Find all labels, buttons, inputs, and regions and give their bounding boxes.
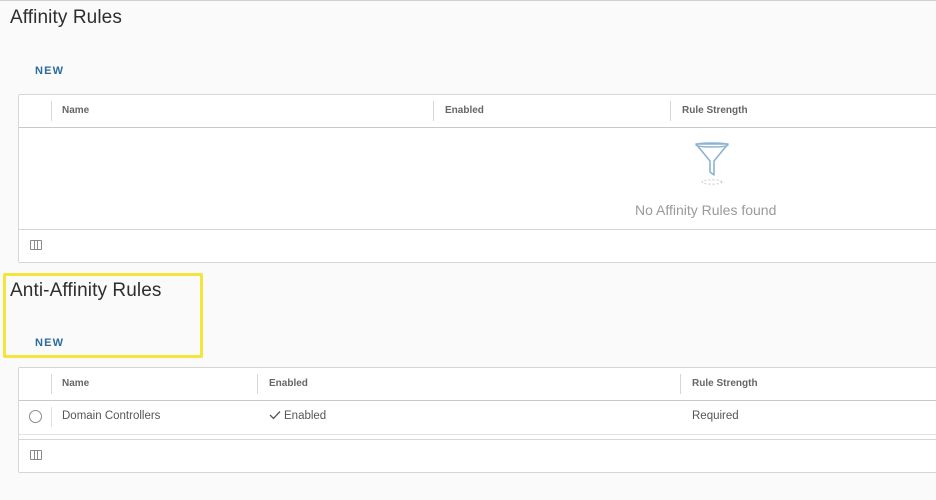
column-separator[interactable] (670, 101, 671, 121)
row-select-radio[interactable] (29, 410, 42, 423)
column-separator (51, 374, 52, 394)
column-separator[interactable] (680, 374, 681, 394)
row-enabled-label: Enabled (284, 410, 327, 422)
column-separator[interactable] (433, 101, 434, 121)
column-toggle-icon[interactable] (30, 240, 42, 250)
affinity-empty-message: No Affinity Rules found (635, 202, 777, 218)
row-name-cell: Domain Controllers (62, 410, 161, 422)
affinity-grid-footer (19, 229, 936, 262)
column-separator[interactable] (257, 374, 258, 394)
affinity-rules-title: Affinity Rules (10, 7, 122, 28)
column-separator (51, 407, 52, 427)
column-toggle-icon[interactable] (30, 450, 42, 460)
anti-affinity-col-name[interactable]: Name (62, 378, 89, 389)
anti-affinity-rules-grid: Name Enabled Rule Strength Domain Contro… (18, 367, 936, 473)
anti-affinity-grid-header: Name Enabled Rule Strength (19, 368, 936, 401)
funnel-filter-icon (695, 142, 729, 185)
table-row[interactable]: Domain Controllers Enabled Required (19, 401, 936, 435)
column-separator (51, 101, 52, 121)
checkmark-icon (269, 411, 281, 420)
affinity-col-enabled[interactable]: Enabled (445, 105, 484, 116)
anti-affinity-grid-footer (19, 439, 936, 472)
anti-affinity-rules-title: Anti-Affinity Rules (10, 280, 162, 301)
top-divider (0, 0, 936, 1)
affinity-col-name[interactable]: Name (62, 105, 89, 116)
affinity-col-rule-strength[interactable]: Rule Strength (682, 105, 748, 116)
anti-affinity-new-button[interactable]: NEW (35, 337, 64, 349)
affinity-new-button[interactable]: NEW (35, 65, 64, 77)
row-strength-cell: Required (692, 410, 739, 422)
affinity-rules-grid: Name Enabled Rule Strength No Affinity R… (18, 94, 936, 263)
row-enabled-cell: Enabled (269, 410, 326, 422)
affinity-grid-header: Name Enabled Rule Strength (19, 95, 936, 128)
anti-affinity-col-rule-strength[interactable]: Rule Strength (692, 378, 758, 389)
anti-affinity-col-enabled[interactable]: Enabled (269, 378, 308, 389)
